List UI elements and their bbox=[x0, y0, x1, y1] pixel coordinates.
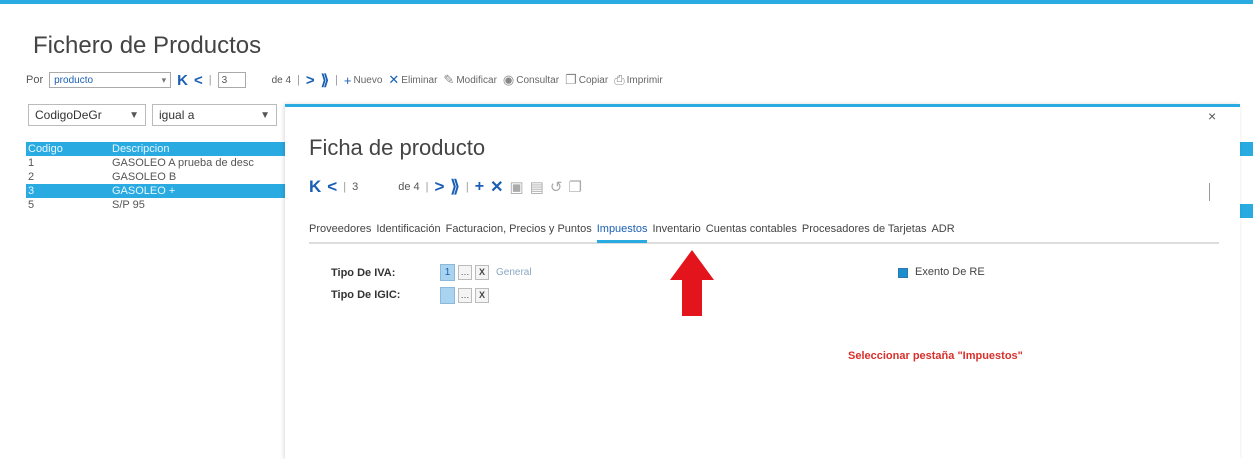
last-page-icon[interactable]: ⟫ bbox=[321, 71, 329, 89]
tipo-iva-lookup-button[interactable]: … bbox=[458, 265, 472, 280]
copy-button[interactable]: ❐ Copiar bbox=[565, 72, 608, 88]
page-total: de 4 bbox=[271, 74, 292, 86]
prev-record-icon[interactable]: < bbox=[327, 177, 337, 197]
tipo-igic-lookup-button[interactable]: … bbox=[458, 288, 472, 303]
filter-field-value: CodigoDeGr bbox=[35, 108, 102, 122]
chevron-down-icon: ▾ bbox=[161, 74, 167, 85]
first-page-icon[interactable]: K bbox=[177, 72, 188, 89]
exento-re-checkbox[interactable] bbox=[898, 268, 908, 278]
page-input[interactable] bbox=[217, 72, 246, 88]
instruction-note: Seleccionar pestaña "Impuestos" bbox=[848, 350, 1023, 362]
list-toolbar: Por producto ▾ K < | de 4 | > ⟫ | +Nuevo… bbox=[26, 69, 663, 91]
first-record-icon[interactable]: K bbox=[309, 177, 321, 197]
page-title: Fichero de Productos bbox=[33, 32, 262, 59]
arrow-shape bbox=[670, 250, 714, 316]
delete-icon[interactable]: ✕ bbox=[490, 177, 503, 197]
sort-select-value: producto bbox=[54, 74, 94, 86]
filter-field-select[interactable]: CodigoDeGr ▼ bbox=[28, 104, 146, 126]
next-record-icon[interactable]: > bbox=[434, 177, 444, 197]
close-icon[interactable]: × bbox=[1208, 108, 1216, 124]
filter-operator-value: igual a bbox=[159, 108, 195, 122]
copy-icon: ❐ bbox=[565, 72, 577, 87]
plus-icon: + bbox=[343, 72, 352, 88]
tab-identificacion[interactable]: Identificación bbox=[376, 218, 440, 240]
arrow-up-icon bbox=[670, 250, 714, 316]
column-header-descripcion[interactable]: Descripcion bbox=[112, 143, 288, 155]
tab-procesadores[interactable]: Procesadores de Tarjetas bbox=[802, 218, 927, 240]
tipo-igic-input[interactable] bbox=[440, 287, 455, 304]
x-icon: ✕ bbox=[388, 72, 400, 87]
tipo-igic-clear-button[interactable]: X bbox=[475, 288, 489, 303]
filter-row: CodigoDeGr ▼ igual a ▼ bbox=[28, 104, 277, 126]
top-accent-line bbox=[0, 0, 1253, 4]
tipo-iva-description: General bbox=[496, 267, 532, 278]
record-input[interactable]: 3 bbox=[352, 181, 358, 193]
tab-facturacion[interactable]: Facturacion, Precios y Puntos bbox=[446, 218, 592, 240]
tipo-iva-label: Tipo De IVA: bbox=[331, 267, 396, 279]
table-row[interactable]: 2 GASOLEO B bbox=[26, 170, 288, 184]
dialog-tabs: Proveedores Identificación Facturacion, … bbox=[309, 218, 1219, 244]
table-header-edge bbox=[1240, 142, 1253, 156]
save-as-icon[interactable]: ▤ bbox=[530, 178, 544, 196]
tipo-iva-input[interactable]: 1 bbox=[440, 264, 455, 281]
dialog-toolbar: K < | 3 de 4 | > ⟫ | + ✕ ▣ ▤ ↺ ❐ bbox=[309, 177, 582, 197]
tab-proveedores[interactable]: Proveedores bbox=[309, 218, 371, 240]
chevron-down-icon: ▼ bbox=[129, 109, 139, 121]
prev-page-icon[interactable]: < bbox=[194, 72, 203, 89]
copy-icon[interactable]: ❐ bbox=[568, 178, 581, 196]
column-header-codigo[interactable]: Codigo bbox=[26, 143, 112, 155]
table-row[interactable]: 5 S/P 95 bbox=[26, 198, 288, 212]
last-record-icon[interactable]: ⟫ bbox=[450, 177, 459, 197]
sort-select[interactable]: producto ▾ bbox=[49, 72, 172, 88]
tab-impuestos[interactable]: Impuestos bbox=[596, 218, 648, 243]
tab-inventario[interactable]: Inventario bbox=[652, 218, 700, 240]
table-row-selected-edge bbox=[1240, 204, 1253, 218]
new-button[interactable]: + Nuevo bbox=[344, 73, 383, 88]
tipo-iva-clear-button[interactable]: X bbox=[475, 265, 489, 280]
tab-cuentas-contables[interactable]: Cuentas contables bbox=[706, 218, 797, 240]
printer-icon: ⎙ bbox=[614, 72, 625, 87]
view-button[interactable]: ◉ Consultar bbox=[503, 72, 559, 88]
tipo-igic-label: Tipo De IGIC: bbox=[331, 289, 401, 301]
tab-adr[interactable]: ADR bbox=[931, 218, 954, 240]
product-dialog: Ficha de producto K < | 3 de 4 | > ⟫ | +… bbox=[285, 104, 1240, 459]
filter-operator-select[interactable]: igual a ▼ bbox=[152, 104, 277, 126]
table-row[interactable]: 1 GASOLEO A prueba de desc bbox=[26, 156, 288, 170]
print-button[interactable]: ⎙ Imprimir bbox=[614, 72, 663, 88]
dialog-title: Ficha de producto bbox=[309, 135, 486, 160]
record-total: de 4 bbox=[398, 181, 420, 193]
toolbar-end-divider bbox=[1209, 183, 1210, 201]
table-header: Codigo Descripcion bbox=[26, 142, 288, 156]
delete-button[interactable]: ✕ Eliminar bbox=[388, 72, 437, 88]
sort-label: Por bbox=[26, 74, 44, 86]
next-page-icon[interactable]: > bbox=[306, 72, 315, 89]
chevron-down-icon: ▼ bbox=[260, 109, 270, 121]
undo-icon[interactable]: ↺ bbox=[550, 178, 563, 196]
pencil-icon: ✎ bbox=[443, 72, 455, 87]
exento-re-label: Exento De RE bbox=[915, 266, 985, 278]
table-row-selected[interactable]: 3 GASOLEO + bbox=[26, 184, 288, 198]
eye-icon: ◉ bbox=[502, 72, 515, 87]
save-icon[interactable]: ▣ bbox=[510, 178, 524, 196]
products-table: Codigo Descripcion 1 GASOLEO A prueba de… bbox=[26, 142, 288, 212]
edit-button[interactable]: ✎ Modificar bbox=[443, 72, 496, 88]
add-icon[interactable]: + bbox=[475, 178, 484, 196]
